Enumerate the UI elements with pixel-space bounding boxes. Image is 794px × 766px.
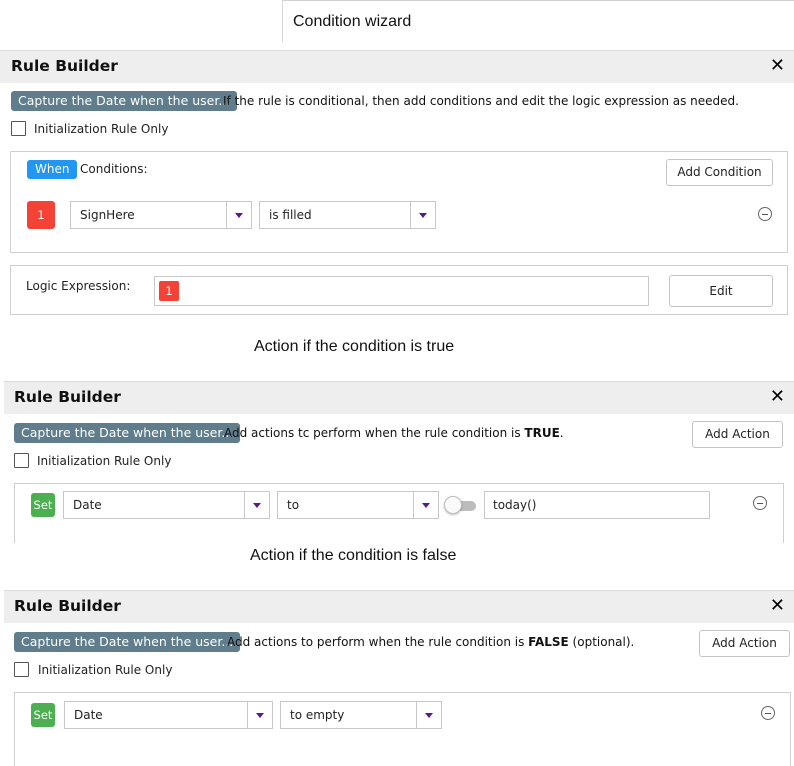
chevron-down-icon[interactable] (416, 702, 441, 728)
rule-name-pill[interactable]: Capture the Date when the user... (11, 91, 238, 111)
chevron-down-icon[interactable] (247, 702, 272, 728)
rule-name-pill[interactable]: Capture the Date when the user... (14, 423, 241, 443)
rule-name-pill[interactable]: Capture the Date when the user... (14, 632, 241, 652)
close-icon[interactable]: ✕ (770, 387, 785, 407)
initialization-checkbox-label: Initialization Rule Only (38, 663, 173, 677)
rule-builder-title: Rule Builder (14, 597, 121, 615)
action-operator-value: to (287, 498, 300, 512)
description-text-end: . (559, 426, 564, 440)
action-value-text: today() (493, 498, 537, 512)
false-action-caption: Action if the condition is false (250, 547, 457, 564)
logic-token-badge: 1 (159, 281, 179, 301)
close-icon[interactable]: ✕ (770, 56, 785, 76)
initialization-checkbox[interactable] (14, 662, 29, 677)
condition-operator-select[interactable]: is filled (259, 201, 436, 229)
action-field-select[interactable]: Date (63, 491, 270, 519)
description-text-end: (optional). (568, 635, 635, 649)
rule-builder-header: Rule Builder ✕ (0, 50, 794, 83)
close-icon[interactable]: ✕ (770, 596, 785, 616)
logic-expression-panel: Logic Expression: 1 Edit (10, 265, 788, 315)
conditions-label: Conditions: (80, 162, 148, 176)
remove-circle-icon[interactable] (758, 207, 772, 221)
rule-description: Add actions tc perform when the rule con… (224, 423, 564, 443)
true-action-caption: Action if the condition is true (254, 338, 455, 355)
title-left-divider (282, 0, 283, 42)
conditions-panel: When Conditions: Add Condition 1 SignHer… (10, 151, 788, 253)
logic-expression-label: Logic Expression: (26, 279, 131, 293)
rule-description: Add actions to perform when the rule con… (227, 632, 634, 652)
expression-toggle[interactable] (444, 496, 476, 514)
action-value-input[interactable]: today() (484, 491, 710, 519)
initialization-checkbox[interactable] (14, 453, 29, 468)
set-badge: Set (31, 703, 55, 727)
initialization-checkbox-label: Initialization Rule Only (34, 122, 169, 136)
toggle-knob[interactable] (444, 496, 462, 514)
set-badge: Set (31, 493, 55, 517)
initialization-checkbox-label: Initialization Rule Only (37, 454, 172, 468)
action-operator-select[interactable]: to empty (280, 701, 442, 729)
add-condition-button[interactable]: Add Condition (666, 159, 773, 186)
chevron-down-icon[interactable] (226, 202, 251, 228)
description-emphasis: TRUE (524, 426, 560, 440)
rule-builder-header: Rule Builder ✕ (4, 590, 794, 623)
chevron-down-icon[interactable] (410, 202, 435, 228)
condition-number-badge: 1 (27, 201, 55, 229)
rule-description: If the rule is conditional, then add con… (223, 94, 739, 108)
action-operator-value: to empty (290, 708, 345, 722)
action-field-select[interactable]: Date (64, 701, 273, 729)
description-text: Add actions to perform when the rule con… (227, 635, 529, 649)
rule-builder-title: Rule Builder (11, 57, 118, 75)
add-action-button[interactable]: Add Action (699, 630, 790, 657)
chevron-down-icon[interactable] (244, 492, 269, 518)
edit-logic-button[interactable]: Edit (669, 275, 773, 307)
description-emphasis: FALSE (528, 635, 569, 649)
false-actions-panel: Set Date to empty (14, 692, 791, 766)
action-operator-select[interactable]: to (277, 491, 439, 519)
initialization-checkbox[interactable] (11, 121, 26, 136)
rule-builder-title: Rule Builder (14, 388, 121, 406)
chevron-down-icon[interactable] (413, 492, 438, 518)
top-divider (282, 0, 794, 1)
condition-field-select[interactable]: SignHere (70, 201, 252, 229)
action-field-value: Date (73, 498, 102, 512)
description-text: Add actions tc perform when the rule con… (224, 426, 525, 440)
remove-circle-icon[interactable] (753, 496, 767, 510)
remove-circle-icon[interactable] (761, 706, 775, 720)
true-actions-panel: Set Date to today() (14, 483, 784, 543)
condition-operator-value: is filled (269, 208, 312, 222)
condition-field-value: SignHere (80, 208, 135, 222)
when-badge: When (27, 160, 78, 179)
action-field-value: Date (74, 708, 103, 722)
add-action-button[interactable]: Add Action (692, 421, 783, 448)
wizard-title: Condition wizard (293, 13, 412, 30)
logic-expression-input[interactable]: 1 (154, 276, 649, 306)
rule-builder-header: Rule Builder ✕ (4, 381, 794, 414)
